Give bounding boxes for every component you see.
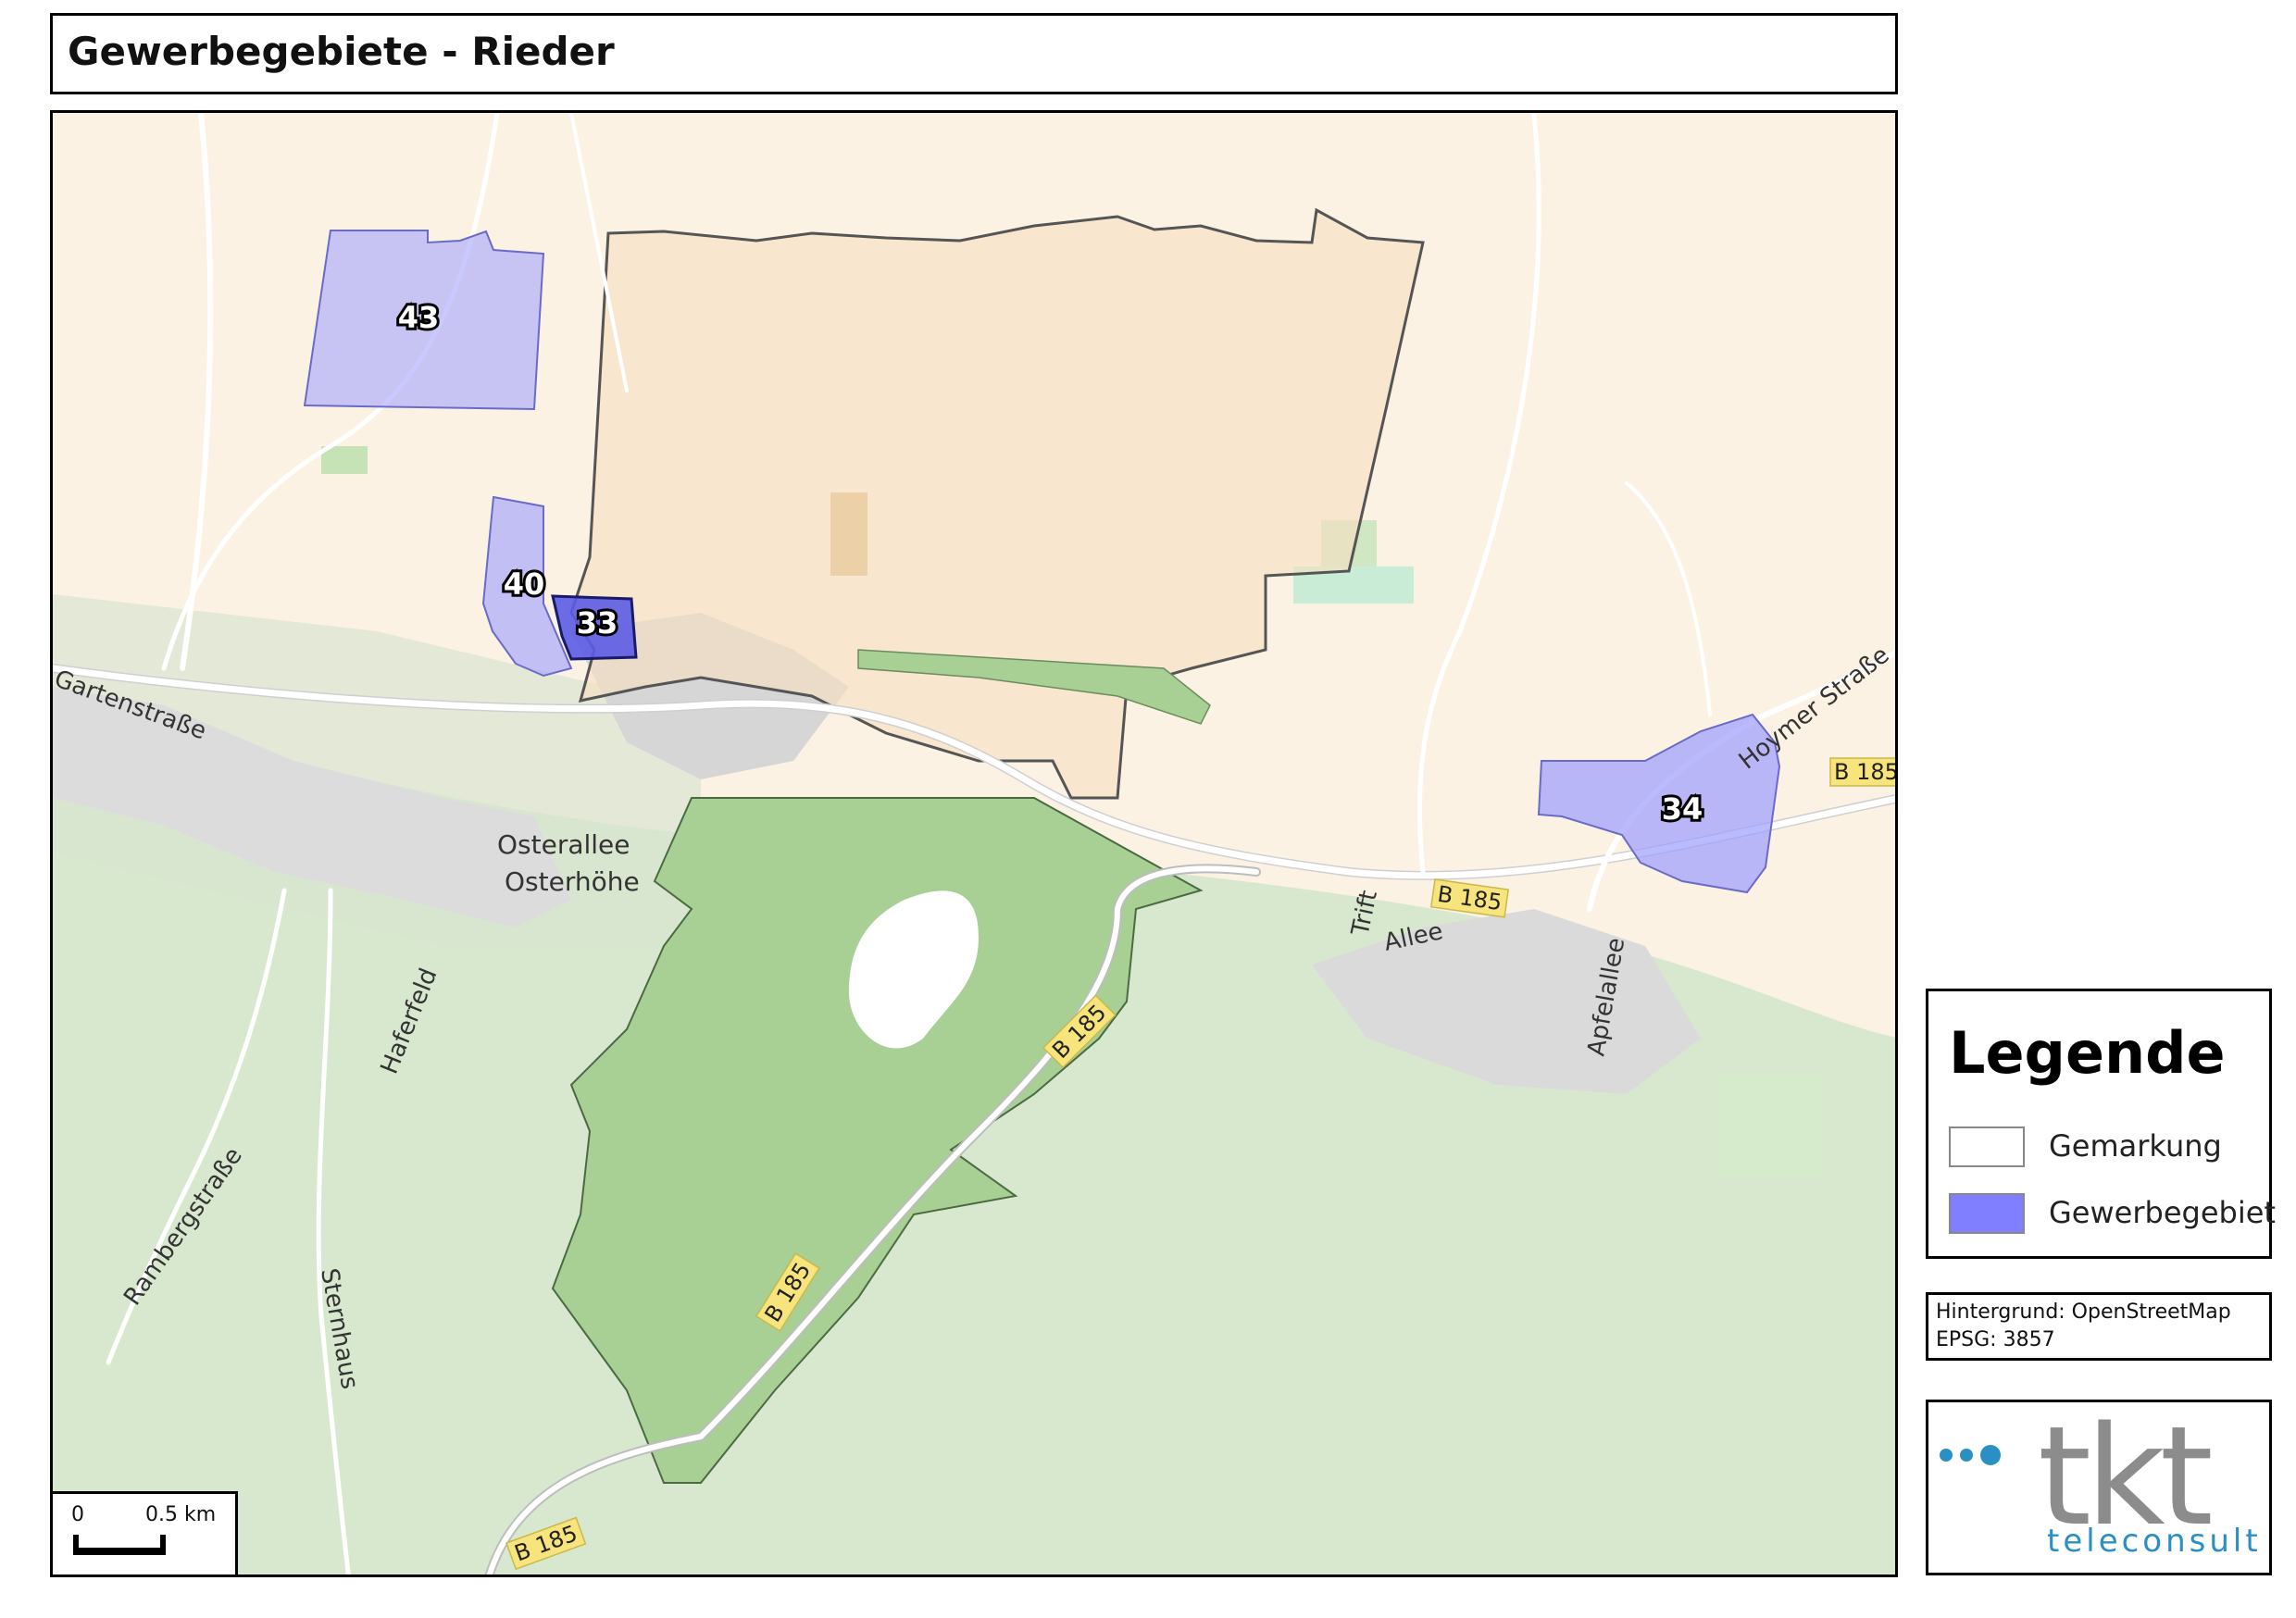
logo-dot-icon [1960, 1449, 1973, 1462]
legend-label-gemarkung: Gemarkung [2049, 1128, 2222, 1164]
map-frame[interactable]: 43 40 33 34 Gartenstraße Osterallee Oste… [50, 110, 1898, 1577]
source-epsg: EPSG: 3857 [1936, 1328, 2055, 1351]
scale-end-label: 0.5 km [145, 1503, 217, 1526]
label-osterhoehe: Osterhöhe [505, 866, 640, 897]
logo-box: tkt teleconsult [1926, 1397, 2272, 1575]
legend-swatch-gewerbegebiet [1949, 1193, 2025, 1234]
scale-bar: 0 0.5 km [53, 1491, 238, 1574]
map-title: Gewerbegebiete - Rieder [68, 29, 615, 74]
legend-swatch-gemarkung [1949, 1126, 2025, 1167]
label-osterallee: Osterallee [497, 829, 630, 860]
logo-dot-icon [1940, 1449, 1953, 1462]
scale-start-label: 0 [71, 1503, 84, 1526]
scale-tick [73, 1535, 79, 1555]
green-patch [1719, 1076, 1821, 1177]
scale-tick [160, 1535, 166, 1555]
legend: Legende Gemarkung Gewerbegebiet [1926, 989, 2276, 1259]
source-box: Hintergrund: OpenStreetMap EPSG: 3857 [1926, 1292, 2272, 1361]
area-40-label: 40 [504, 566, 545, 602]
field-patch [830, 492, 867, 576]
source-background: Hintergrund: OpenStreetMap [1936, 1301, 2231, 1324]
shield-b185-e: B 185 [1829, 757, 1898, 787]
svg-text:B 185: B 185 [1834, 759, 1898, 785]
logo-sub-text: teleconsult [2047, 1523, 2262, 1560]
scale-line [73, 1548, 166, 1555]
area-33-label: 33 [577, 605, 618, 641]
area-43-label: 43 [398, 300, 440, 335]
green-patch [321, 446, 368, 474]
legend-label-gewerbegebiet: Gewerbegebiet [2049, 1195, 2276, 1230]
map-canvas[interactable]: 43 40 33 34 Gartenstraße Osterallee Oste… [53, 113, 1898, 1577]
title-box: Gewerbegebiete - Rieder [50, 13, 1898, 94]
legend-title: Legende [1949, 1019, 2226, 1087]
logo-dot-icon [1980, 1445, 2001, 1465]
area-34-label: 34 [1662, 791, 1703, 827]
